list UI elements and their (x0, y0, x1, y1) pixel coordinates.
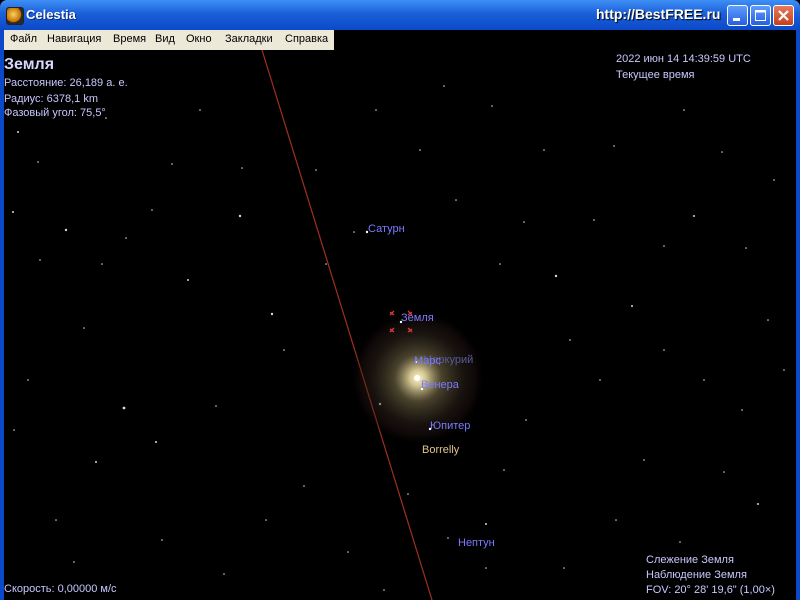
close-button[interactable] (773, 5, 794, 26)
space-viewport[interactable] (4, 50, 796, 600)
window-title: Celestia (26, 7, 76, 22)
label-earth[interactable]: Земля (401, 312, 434, 324)
observing-readout: Наблюдение Земля (646, 569, 747, 581)
menu-view[interactable]: Вид (155, 33, 175, 45)
time-mode-readout: Текущее время (616, 69, 695, 81)
radius-readout: Радиус: 6378,1 km (4, 93, 99, 105)
menu-file[interactable]: Файл (10, 33, 37, 45)
phase-angle-readout: Фазовый угол: 75,5° (4, 107, 106, 119)
datetime-readout: 2022 июн 14 14:39:59 UTC (616, 53, 751, 65)
fov-readout: FOV: 20° 28' 19,6" (1,00×) (646, 584, 775, 596)
tracking-readout: Слежение Земля (646, 554, 734, 566)
window-frame-right (796, 30, 800, 600)
label-jupiter[interactable]: Юпитер (430, 420, 470, 432)
menu-navigation[interactable]: Навигация (47, 33, 101, 45)
minimize-icon (733, 18, 740, 21)
maximize-icon (755, 10, 766, 21)
close-icon (778, 10, 789, 21)
speed-readout: Скорость: 0,00000 м/с (4, 583, 117, 595)
label-borrelly[interactable]: Borrelly (422, 444, 459, 456)
distance-readout: Расстояние: 26,189 а. е. (4, 77, 128, 89)
sun-core[interactable] (414, 375, 420, 381)
menu-bookmarks[interactable]: Закладки (225, 33, 273, 45)
selected-object-name: Земля (4, 56, 55, 73)
label-neptune[interactable]: Нептун (458, 537, 495, 549)
celestia-app-icon[interactable] (6, 7, 24, 25)
menu-time[interactable]: Время (113, 33, 146, 45)
menu-bar: Файл Навигация Время Вид Окно Закладки С… (4, 30, 334, 50)
menu-window[interactable]: Окно (186, 33, 212, 45)
label-saturn[interactable]: Сатурн (368, 223, 405, 235)
label-mars[interactable]: Марс (414, 355, 441, 367)
watermark: http://BestFREE.ru (596, 6, 721, 22)
label-venus[interactable]: Венера (421, 379, 459, 391)
minimize-button[interactable] (727, 5, 748, 26)
maximize-button[interactable] (750, 5, 771, 26)
title-bar[interactable]: Celestia http://BestFREE.ru (0, 0, 800, 30)
menu-help[interactable]: Справка (285, 33, 328, 45)
